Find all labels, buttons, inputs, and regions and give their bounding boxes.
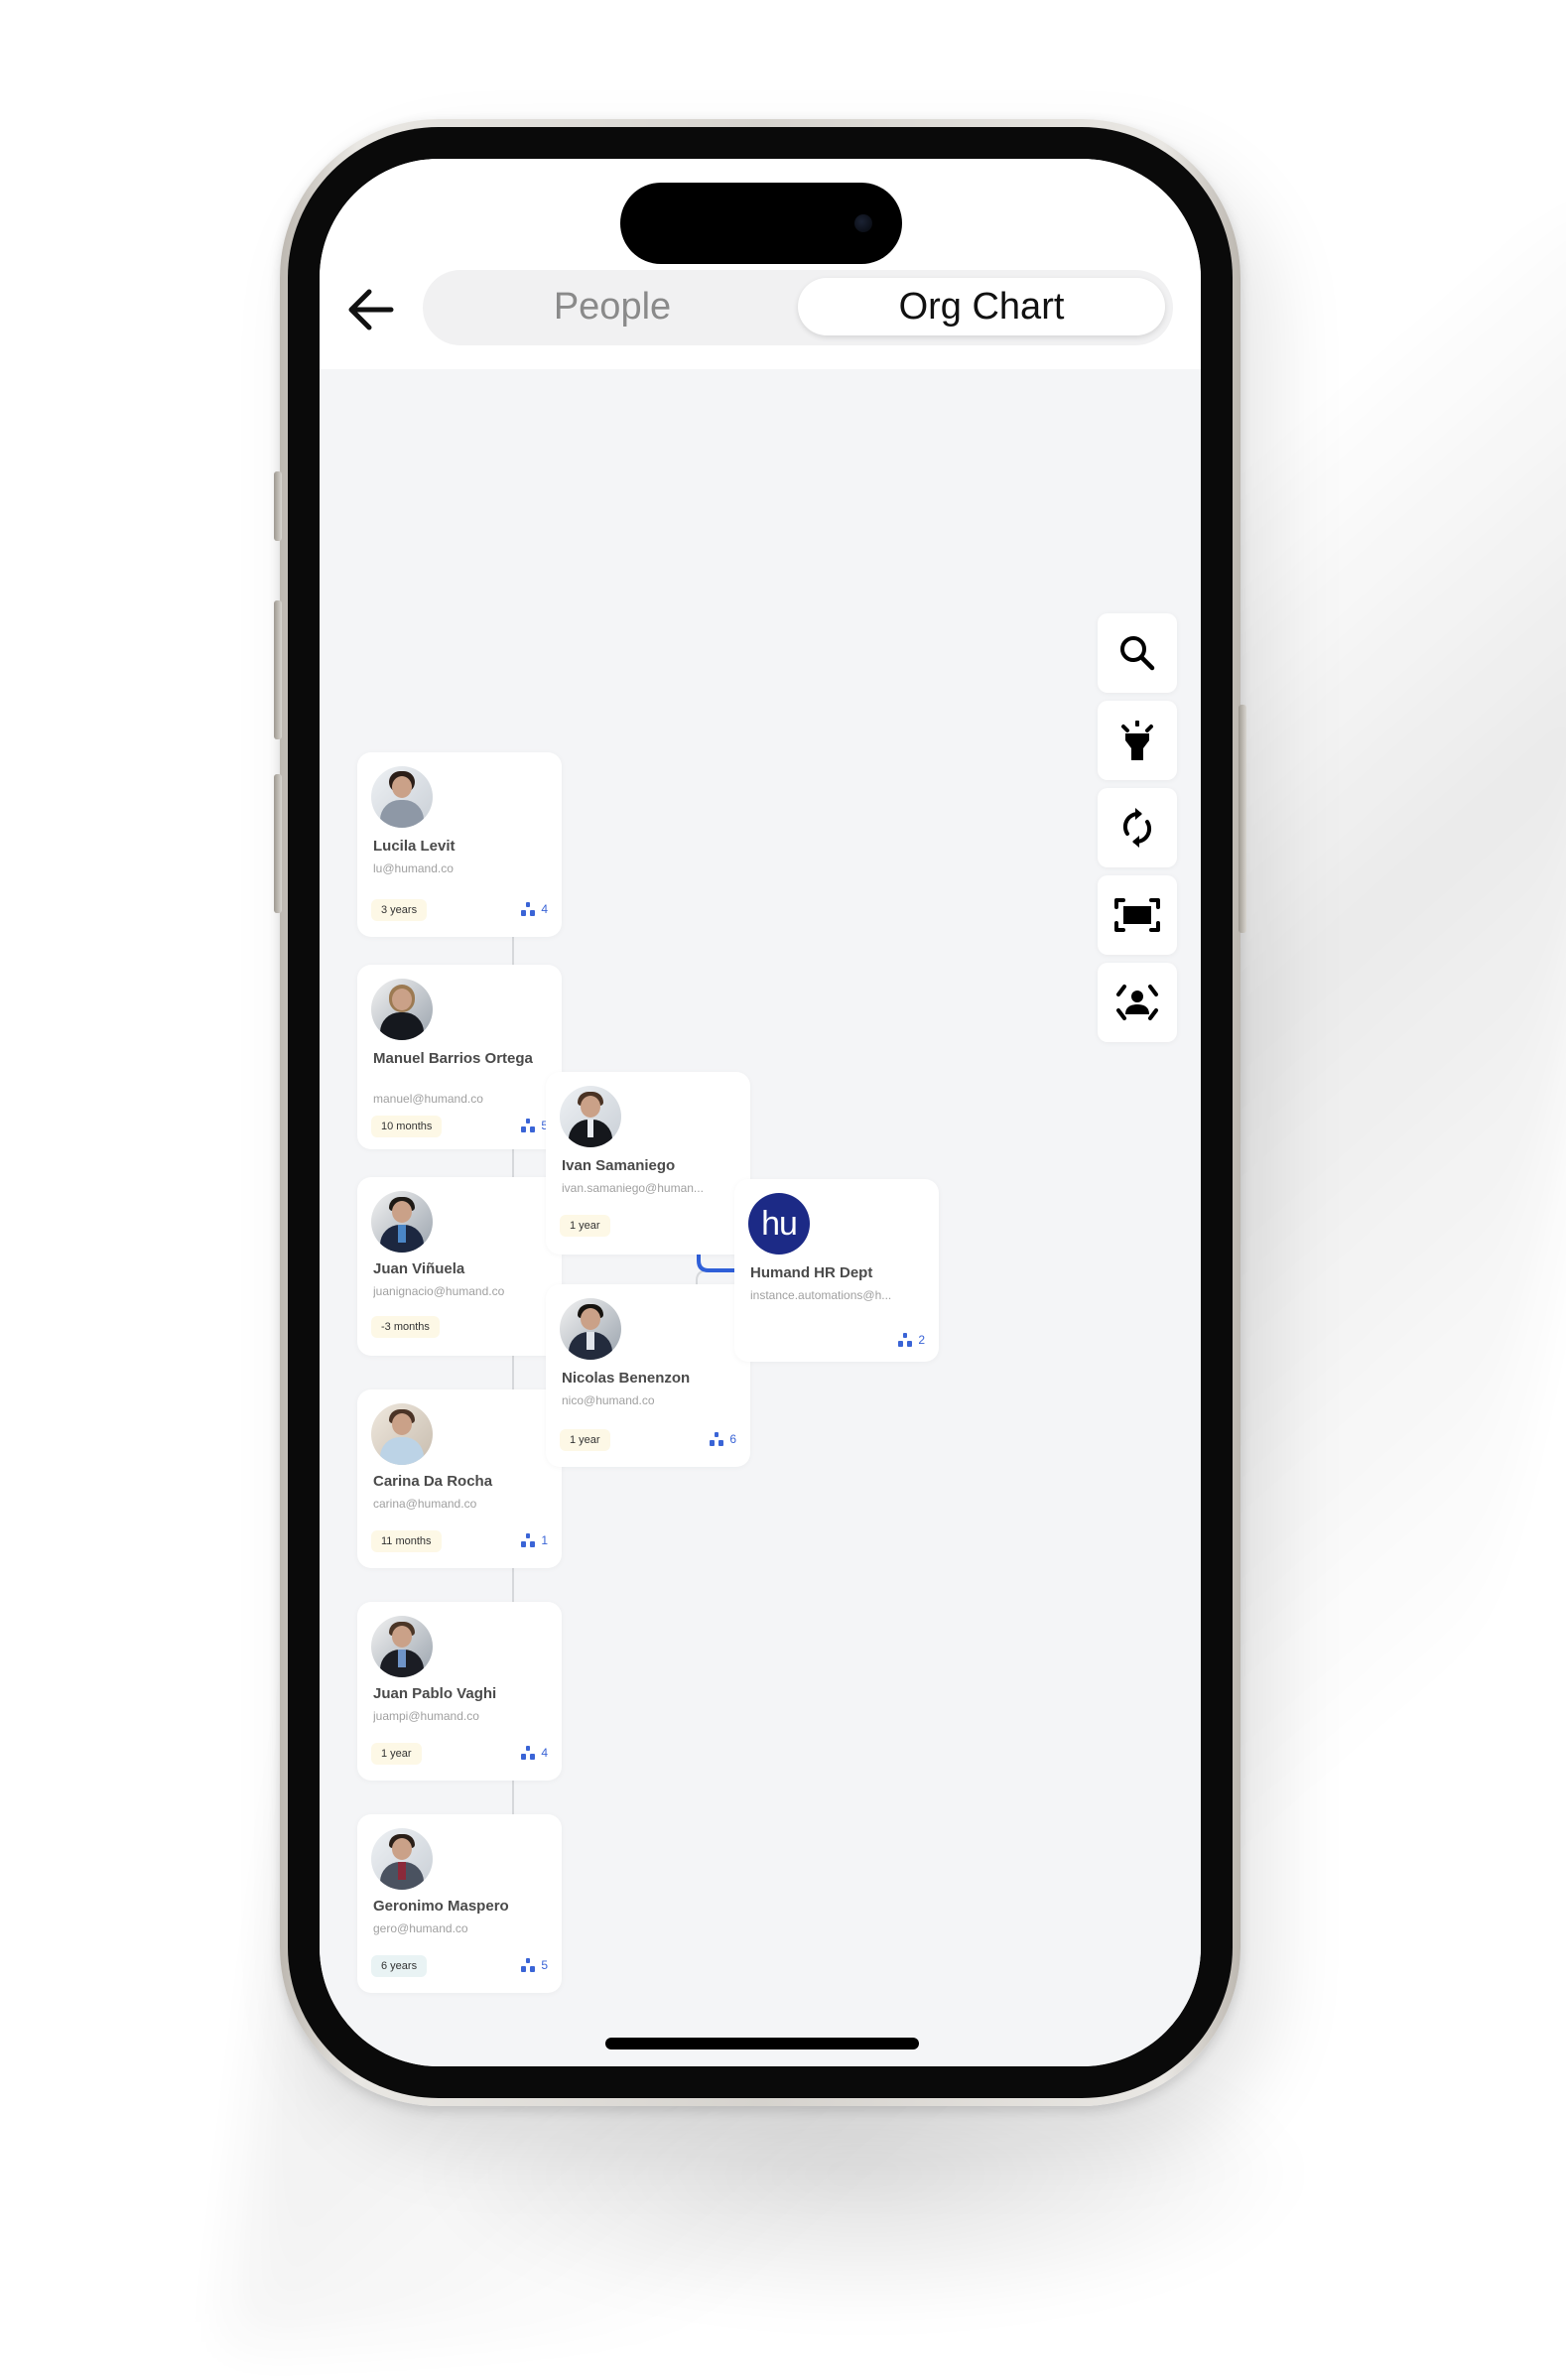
person-email: nico@humand.co: [562, 1393, 655, 1407]
tenure-badge: 1 year: [560, 1429, 610, 1451]
refresh-icon: [1122, 808, 1152, 848]
person-name: Juan Pablo Vaghi: [373, 1685, 497, 1702]
company-logo: hu: [748, 1193, 810, 1255]
tab-org-chart[interactable]: Org Chart: [798, 278, 1165, 335]
tenure-badge: 11 months: [371, 1530, 442, 1552]
person-email: carina@humand.co: [373, 1497, 477, 1511]
tenure-badge: 1 year: [560, 1215, 610, 1237]
fit-screen-icon: [1114, 898, 1160, 932]
search-button[interactable]: [1098, 613, 1177, 693]
home-indicator: [605, 2038, 919, 2049]
tenure-badge: 6 years: [371, 1955, 428, 1977]
tenure-badge: 3 years: [371, 899, 428, 921]
center-user-icon: [1116, 985, 1158, 1020]
flashlight-icon: [1121, 721, 1153, 760]
direct-reports-button[interactable]: 5: [520, 1118, 548, 1133]
front-camera: [854, 214, 872, 232]
person-name: Juan Viñuela: [373, 1260, 465, 1277]
view-switcher: People Org Chart: [423, 270, 1173, 345]
org-structure-icon: [521, 1746, 536, 1760]
manager-card[interactable]: Nicolas Benenzon nico@humand.co 1 year 6: [546, 1284, 750, 1467]
person-email: juanignacio@humand.co: [373, 1284, 505, 1298]
direct-reports-count: 4: [541, 902, 548, 916]
avatar: [371, 1191, 433, 1253]
direct-reports-count: 5: [541, 1958, 548, 1972]
person-card[interactable]: Manuel Barrios Ortega manuel@humand.co 1…: [357, 965, 562, 1149]
direct-reports-count: 6: [729, 1432, 736, 1446]
person-name: Nicolas Benenzon: [562, 1370, 691, 1387]
person-email: lu@humand.co: [373, 861, 454, 875]
direct-reports-button[interactable]: 6: [709, 1431, 736, 1447]
power-button: [1239, 705, 1246, 933]
avatar: [560, 1086, 621, 1147]
avatar: [371, 766, 433, 828]
person-name: Geronimo Maspero: [373, 1898, 509, 1915]
person-name: Manuel Barrios Ortega: [373, 1050, 533, 1067]
person-card[interactable]: Geronimo Maspero gero@humand.co 6 years …: [357, 1814, 562, 1993]
volume-down-button: [274, 774, 282, 913]
action-button: [274, 471, 282, 541]
person-email: ivan.samaniego@human...: [562, 1181, 704, 1195]
person-card[interactable]: Lucila Levit lu@humand.co 3 years 4: [357, 752, 562, 937]
department-email: instance.automations@h...: [750, 1288, 892, 1302]
avatar: [371, 979, 433, 1040]
volume-up-button: [274, 600, 282, 739]
tenure-badge: 1 year: [371, 1743, 422, 1765]
person-email: juampi@humand.co: [373, 1709, 479, 1723]
person-card[interactable]: Carina Da Rocha carina@humand.co 11 mont…: [357, 1389, 562, 1568]
direct-reports-button[interactable]: 1: [520, 1532, 548, 1548]
manager-card[interactable]: Ivan Samaniego ivan.samaniego@human... 1…: [546, 1072, 750, 1255]
org-chart-canvas[interactable]: Lucila Levit lu@humand.co 3 years 4 Manu…: [320, 369, 1201, 2066]
org-structure-icon: [521, 902, 536, 916]
direct-reports-button[interactable]: 4: [520, 901, 548, 917]
avatar: [371, 1828, 433, 1890]
root-department-card[interactable]: hu Humand HR Dept instance.automations@h…: [734, 1179, 939, 1362]
person-name: Carina Da Rocha: [373, 1473, 493, 1490]
tenure-badge: 10 months: [371, 1116, 443, 1137]
back-button[interactable]: [339, 278, 403, 341]
arrow-left-icon: [348, 289, 394, 331]
department-name: Humand HR Dept: [750, 1264, 873, 1281]
dynamic-island: [620, 183, 902, 264]
search-icon: [1120, 636, 1155, 671]
direct-reports-count: 4: [541, 1746, 548, 1760]
avatar: [560, 1298, 621, 1360]
person-email: manuel@humand.co: [373, 1092, 483, 1106]
org-structure-icon: [521, 1119, 536, 1132]
org-structure-icon: [710, 1432, 724, 1446]
highlight-button[interactable]: [1098, 701, 1177, 780]
org-structure-icon: [521, 1958, 536, 1972]
reset-button[interactable]: [1098, 788, 1177, 867]
tenure-badge: -3 months: [371, 1316, 440, 1338]
person-name: Lucila Levit: [373, 838, 456, 855]
org-structure-icon: [898, 1333, 913, 1347]
direct-reports-button[interactable]: 4: [520, 1745, 548, 1761]
avatar: [371, 1616, 433, 1677]
direct-reports-count: 2: [918, 1333, 925, 1347]
avatar: [371, 1403, 433, 1465]
direct-reports-button[interactable]: 2: [897, 1332, 925, 1348]
person-email: gero@humand.co: [373, 1921, 468, 1935]
fit-screen-button[interactable]: [1098, 875, 1177, 955]
person-card[interactable]: Juan Pablo Vaghi juampi@humand.co 1 year…: [357, 1602, 562, 1781]
org-structure-icon: [521, 1533, 536, 1547]
person-card[interactable]: Juan Viñuela juanignacio@humand.co -3 mo…: [357, 1177, 562, 1356]
center-user-button[interactable]: [1098, 963, 1177, 1042]
direct-reports-button[interactable]: 5: [520, 1957, 548, 1973]
direct-reports-count: 1: [541, 1533, 548, 1547]
person-name: Ivan Samaniego: [562, 1157, 676, 1174]
phone-screen: People Org Chart Lucila Levit lu@humand.…: [320, 159, 1201, 2066]
tab-people[interactable]: People: [431, 278, 794, 335]
